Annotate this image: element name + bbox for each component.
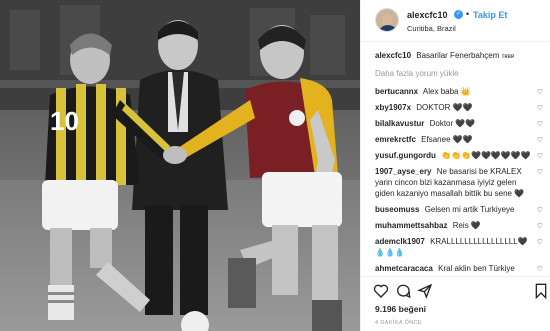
comment-text: Efsanee 🖤🖤 xyxy=(421,135,473,144)
comment-item: emrekrctfc Efsanee 🖤🖤 ♡ xyxy=(375,134,543,145)
caption-username[interactable]: alexcfc10 xyxy=(375,51,411,60)
comment-item: bilalkavustur Doktor 🖤🖤 ♡ xyxy=(375,118,543,129)
handshake xyxy=(163,146,187,164)
comment-username[interactable]: emrekrctfc xyxy=(375,135,416,144)
post-username[interactable]: alexcfc10 xyxy=(407,10,448,20)
comment-item: ahmetcaracaca Kral aklin ben Türkiye ♡ xyxy=(375,263,543,274)
post-timestamp: 4 DAKİKA ÖNCE xyxy=(375,320,423,326)
caption-text: Basarilar Fenerbahçem xyxy=(416,51,500,60)
comment-item: ademclk1907 KRALLLLLLLLLLLLLLLL🖤💧💧💧 ♡ xyxy=(375,236,543,258)
jersey-number: 10 xyxy=(50,106,79,136)
heart-icon[interactable]: ♡ xyxy=(537,264,543,275)
comment-text: Doktor 🖤🖤 xyxy=(429,119,476,128)
post-actions: 9.196 beğeni 4 DAKİKA ÖNCE xyxy=(361,276,550,331)
heart-icon[interactable] xyxy=(373,283,389,299)
heart-icon[interactable]: ♡ xyxy=(537,135,543,146)
comment-text: Reis 🖤 xyxy=(452,221,481,230)
heart-icon[interactable]: ♡ xyxy=(537,167,543,178)
post-location[interactable]: Curitiba, Brazil xyxy=(407,24,456,33)
comment-item: muhammettsahbaz Reis 🖤 ♡ xyxy=(375,220,543,231)
heart-icon[interactable]: ♡ xyxy=(537,103,543,114)
comment-username[interactable]: xby1907x xyxy=(375,103,411,112)
comment-text: DOKTOR 🖤🖤 xyxy=(416,103,473,112)
comment-text: Kral aklin ben Türkiye xyxy=(438,264,515,273)
comment-username[interactable]: ademclk1907 xyxy=(375,237,425,246)
comment-item: buseomuss Gelsen mi artik Turkiyeye ♡ xyxy=(375,204,543,215)
share-icon[interactable] xyxy=(417,283,433,299)
comment-username[interactable]: bilalkavustur xyxy=(375,119,424,128)
post-caption: alexcfc10 Basarilar Fenerbahçem ᴛʀʙʀ xyxy=(375,50,543,63)
comment-username[interactable]: 1907_ayse_ery xyxy=(375,167,432,176)
comment-text: 👏👏👏🖤🖤🖤🖤🖤🖤 xyxy=(441,151,531,160)
comment-username[interactable]: muhammettsahbaz xyxy=(375,221,447,230)
comment-text: Gelsen mi artik Turkiyeye xyxy=(424,205,515,214)
heart-icon[interactable]: ♡ xyxy=(537,151,543,162)
load-more-comments[interactable]: Daha fazla yorum yükle xyxy=(375,69,543,78)
bookmark-icon[interactable] xyxy=(533,283,549,299)
comment-item: 1907_ayse_ery Ne basarisi be KRALEX yari… xyxy=(375,166,543,199)
comment-username[interactable]: yusuf.gungordu xyxy=(375,151,436,160)
comments-list[interactable]: alexcfc10 Basarilar Fenerbahçem ᴛʀʙʀ Dah… xyxy=(361,50,550,280)
comment-username[interactable]: buseomuss xyxy=(375,205,419,214)
separator-dot: • xyxy=(466,9,470,19)
comment-icon[interactable] xyxy=(395,283,411,299)
post-photo[interactable]: 10 xyxy=(0,0,360,331)
post-sidebar: alexcfc10 ✓ • Takip Et Curitiba, Brazil … xyxy=(360,0,550,331)
comment-text: Alex baba 👑 xyxy=(422,87,471,96)
likes-count[interactable]: 9.196 beğeni xyxy=(375,304,426,314)
comment-item: xby1907x DOKTOR 🖤🖤 ♡ xyxy=(375,102,543,113)
comment-item: bertucannx Alex baba 👑 ♡ xyxy=(375,86,543,97)
post-header: alexcfc10 ✓ • Takip Et Curitiba, Brazil xyxy=(361,0,550,42)
heart-icon[interactable]: ♡ xyxy=(537,205,543,216)
heart-icon[interactable]: ♡ xyxy=(537,87,543,98)
post-image: 10 xyxy=(0,0,360,331)
heart-icon[interactable]: ♡ xyxy=(537,237,543,248)
heart-icon[interactable]: ♡ xyxy=(537,221,543,232)
comment-username[interactable]: ahmetcaracaca xyxy=(375,264,433,273)
caption-tag: ᴛʀʙʀ xyxy=(501,54,515,60)
verified-icon: ✓ xyxy=(454,10,463,19)
follow-button[interactable]: Takip Et xyxy=(473,10,507,20)
comment-item: yusuf.gungordu 👏👏👏🖤🖤🖤🖤🖤🖤 ♡ xyxy=(375,150,543,161)
avatar[interactable] xyxy=(375,8,399,32)
heart-icon[interactable]: ♡ xyxy=(537,119,543,130)
comment-username[interactable]: bertucannx xyxy=(375,87,418,96)
